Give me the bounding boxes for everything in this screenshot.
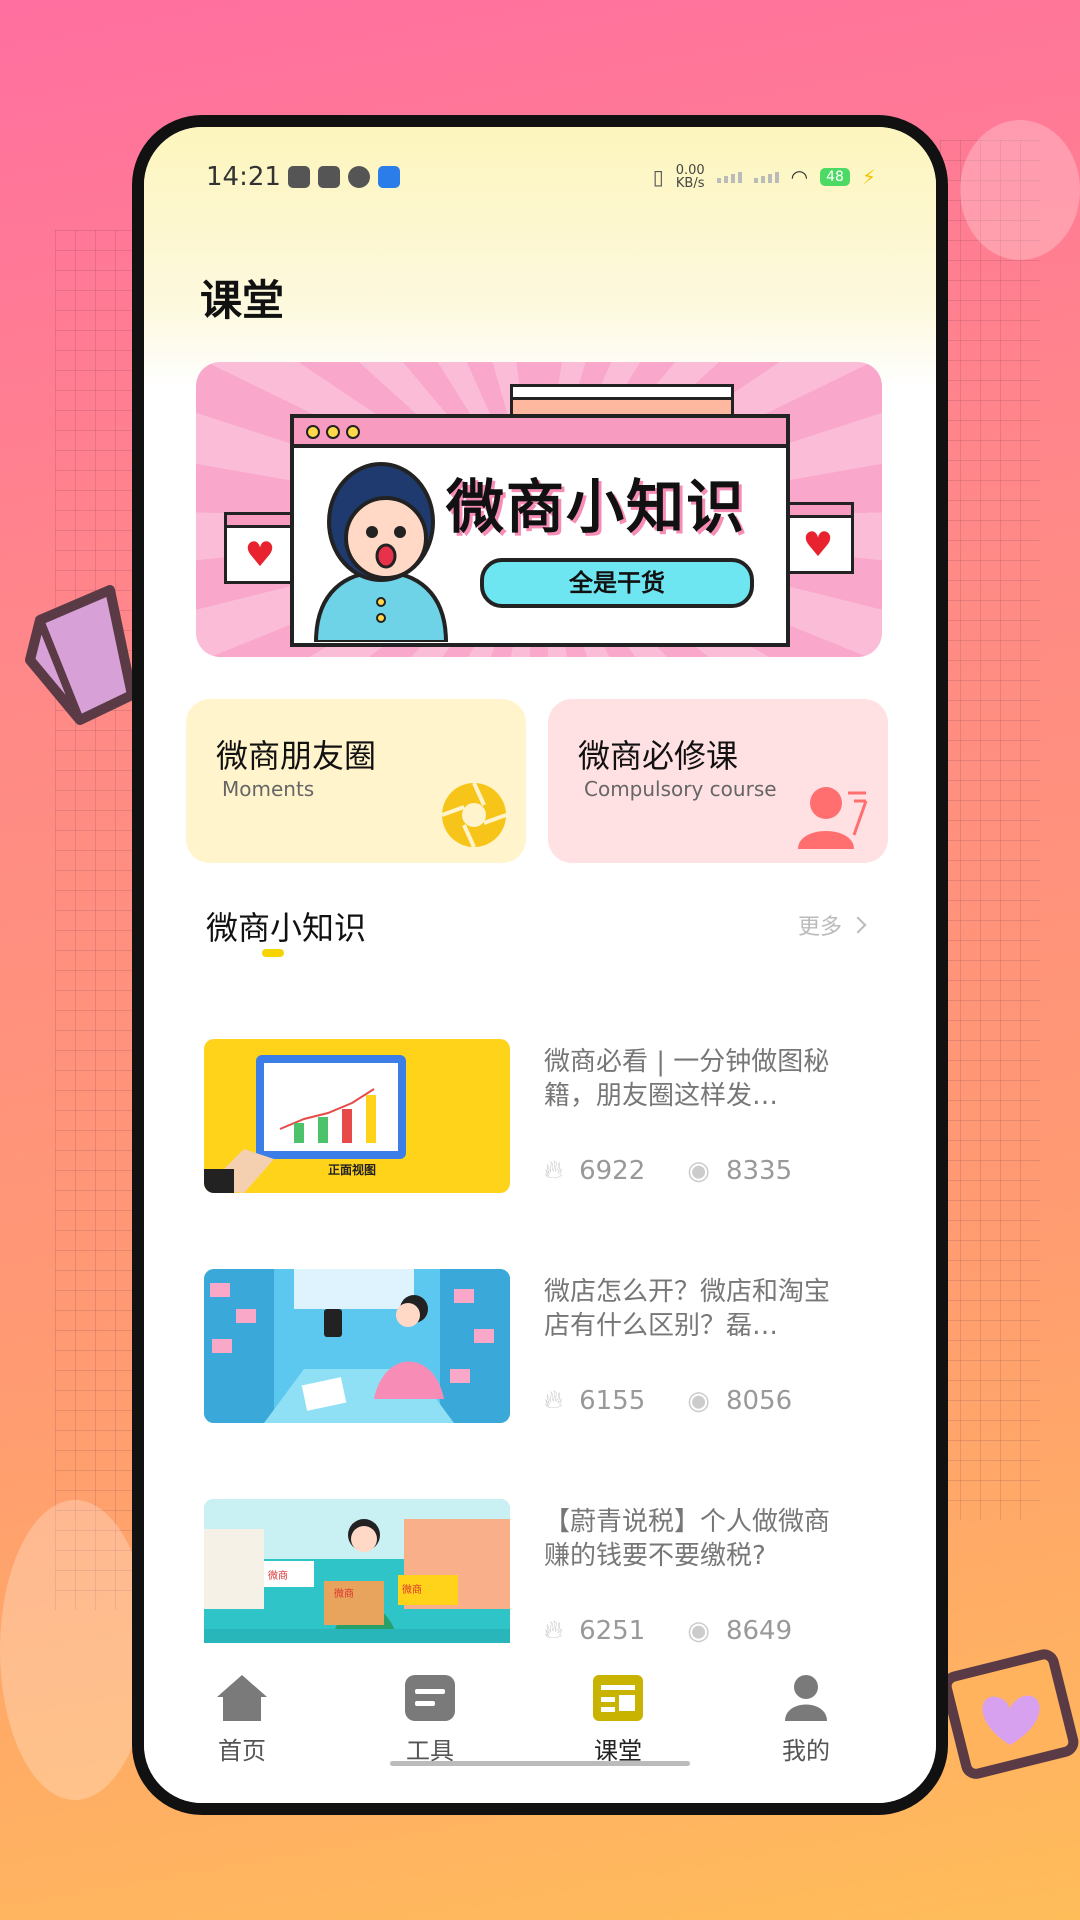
course-card-title: 微商必修课 <box>578 737 739 775</box>
person-icon <box>798 787 868 849</box>
thumbnail-sign: 微商 <box>268 1571 288 1582</box>
moments-card-subtitle: Moments <box>222 777 315 801</box>
heart-icon: ♥ <box>802 525 834 565</box>
girl-illustration <box>313 462 449 642</box>
bottom-tab-bar: 首页 工具 课堂 我的 <box>144 1643 936 1803</box>
article-title: 微店怎么开？微店和淘宝店有什么区别？磊… <box>544 1277 831 1341</box>
notification-app-icon <box>318 166 340 188</box>
thumbnail-sign: 微商 <box>334 1589 354 1600</box>
tab-home[interactable]: 首页 <box>192 1673 292 1766</box>
like-count: 6251 <box>579 1615 646 1646</box>
article-stats: 🔥︎ 6155 ◉ 8056 <box>544 1385 834 1416</box>
status-time: 14:21 <box>206 162 281 192</box>
notification-icons <box>288 166 400 188</box>
view-count: 8335 <box>725 1155 793 1186</box>
chevron-right-icon <box>849 916 867 934</box>
section-underline <box>262 949 284 957</box>
tab-classroom[interactable]: 课堂 <box>568 1673 668 1766</box>
tab-label: 首页 <box>218 1737 266 1765</box>
network-speed-unit: KB/s <box>675 176 705 191</box>
eye-icon: ◉ <box>687 1615 710 1646</box>
app-screen: 14:21 ▯ 0.00 KB/s ◠ 48 ⚡ 课堂 ♥ ♥ 微商小知识 全是… <box>144 127 936 1803</box>
banner-cta-button[interactable]: 全是干货 <box>480 558 754 608</box>
background-bubble <box>960 120 1080 260</box>
compulsory-course-card[interactable]: 微商必修课 Compulsory course <box>548 699 888 863</box>
section-title: 微商小知识 <box>206 909 367 947</box>
course-card-subtitle: Compulsory course <box>584 777 777 801</box>
classroom-icon <box>593 1675 643 1721</box>
battery-indicator: 48 <box>820 168 850 186</box>
gem-decoration-icon <box>25 585 137 725</box>
courier-illustration <box>204 1499 510 1653</box>
thumbnail-sign: 微商 <box>402 1585 422 1596</box>
tab-profile[interactable]: 我的 <box>756 1673 856 1766</box>
article-item[interactable]: 微店怎么开？微店和淘宝店有什么区别？磊… 🔥︎ 6155 ◉ 8056 <box>204 1269 884 1429</box>
view-count: 8056 <box>725 1385 793 1416</box>
like-count: 6155 <box>579 1385 646 1416</box>
eye-icon: ◉ <box>687 1385 710 1416</box>
flame-icon: 🔥︎ <box>544 1615 564 1645</box>
banner-heart-card-right: ♥ <box>782 502 854 574</box>
banner-heart-card-left: ♥ <box>224 512 296 584</box>
article-stats: 🔥︎ 6922 ◉ 8335 <box>544 1155 834 1186</box>
background-bubble <box>0 1500 150 1800</box>
article-title: 微商必看 | 一分钟做图秘籍，朋友圈这样发… <box>544 1047 830 1111</box>
notification-app-icon <box>288 166 310 188</box>
banner-title: 微商小知识 <box>446 473 747 541</box>
article-item[interactable]: 微商 微商 微商 【蔚青说税】个人做微商赚的钱要不要缴税? 🔥︎ 6251 ◉ 86… <box>204 1499 884 1659</box>
promo-banner[interactable]: ♥ ♥ 微商小知识 全是干货 <box>196 362 882 657</box>
article-thumbnail <box>204 1269 510 1423</box>
vibrate-icon: ▯ <box>652 165 664 189</box>
moments-card[interactable]: 微商朋友圈 Moments <box>186 699 526 863</box>
home-icon <box>217 1675 267 1721</box>
home-indicator[interactable] <box>390 1761 690 1766</box>
network-speed: 0.00 KB/s <box>676 164 705 190</box>
page-title: 课堂 <box>200 276 285 325</box>
eye-icon: ◉ <box>687 1155 710 1186</box>
flame-icon: 🔥︎ <box>544 1155 564 1185</box>
like-count: 6922 <box>579 1155 646 1186</box>
flame-icon: 🔥︎ <box>544 1385 564 1415</box>
settings-icon <box>348 166 370 188</box>
more-label: 更多 <box>798 915 843 940</box>
background-grid-right <box>940 140 1040 1520</box>
charging-icon: ⚡ <box>861 165 876 189</box>
notification-app-icon <box>378 166 400 188</box>
system-indicators: ▯ 0.00 KB/s ◠ 48 ⚡ <box>653 164 876 190</box>
status-bar: 14:21 ▯ 0.00 KB/s ◠ 48 ⚡ <box>144 157 936 197</box>
article-stats: 🔥︎ 6251 ◉ 8649 <box>544 1615 834 1646</box>
article-thumbnail: 微商 微商 微商 <box>204 1499 510 1653</box>
view-count: 8649 <box>725 1615 793 1646</box>
aperture-icon <box>441 782 507 848</box>
signal-icon <box>716 171 742 183</box>
moments-card-title: 微商朋友圈 <box>216 737 377 775</box>
article-thumbnail: 正面视图 <box>204 1039 510 1193</box>
heart-icon: ♥ <box>244 535 276 575</box>
tab-tools[interactable]: 工具 <box>380 1673 480 1766</box>
tools-icon <box>405 1675 455 1721</box>
article-item[interactable]: 正面视图 微商必看 | 一分钟做图秘籍，朋友圈这样发… 🔥︎ 6922 ◉ 8335 <box>204 1039 884 1199</box>
more-link[interactable]: 更多 <box>798 909 867 941</box>
profile-icon <box>785 1675 827 1721</box>
wifi-icon: ◠ <box>790 165 809 189</box>
heart-card-decoration-icon <box>941 1649 1079 1779</box>
signal-icon <box>753 171 779 183</box>
article-title: 【蔚青说税】个人做微商赚的钱要不要缴税? <box>544 1507 831 1571</box>
thumbnail-caption: 正面视图 <box>328 1163 377 1177</box>
tab-label: 我的 <box>782 1737 830 1765</box>
shop-girl-illustration <box>204 1269 510 1423</box>
phone-frame: 14:21 ▯ 0.00 KB/s ◠ 48 ⚡ 课堂 ♥ ♥ 微商小知识 全是… <box>132 115 948 1815</box>
